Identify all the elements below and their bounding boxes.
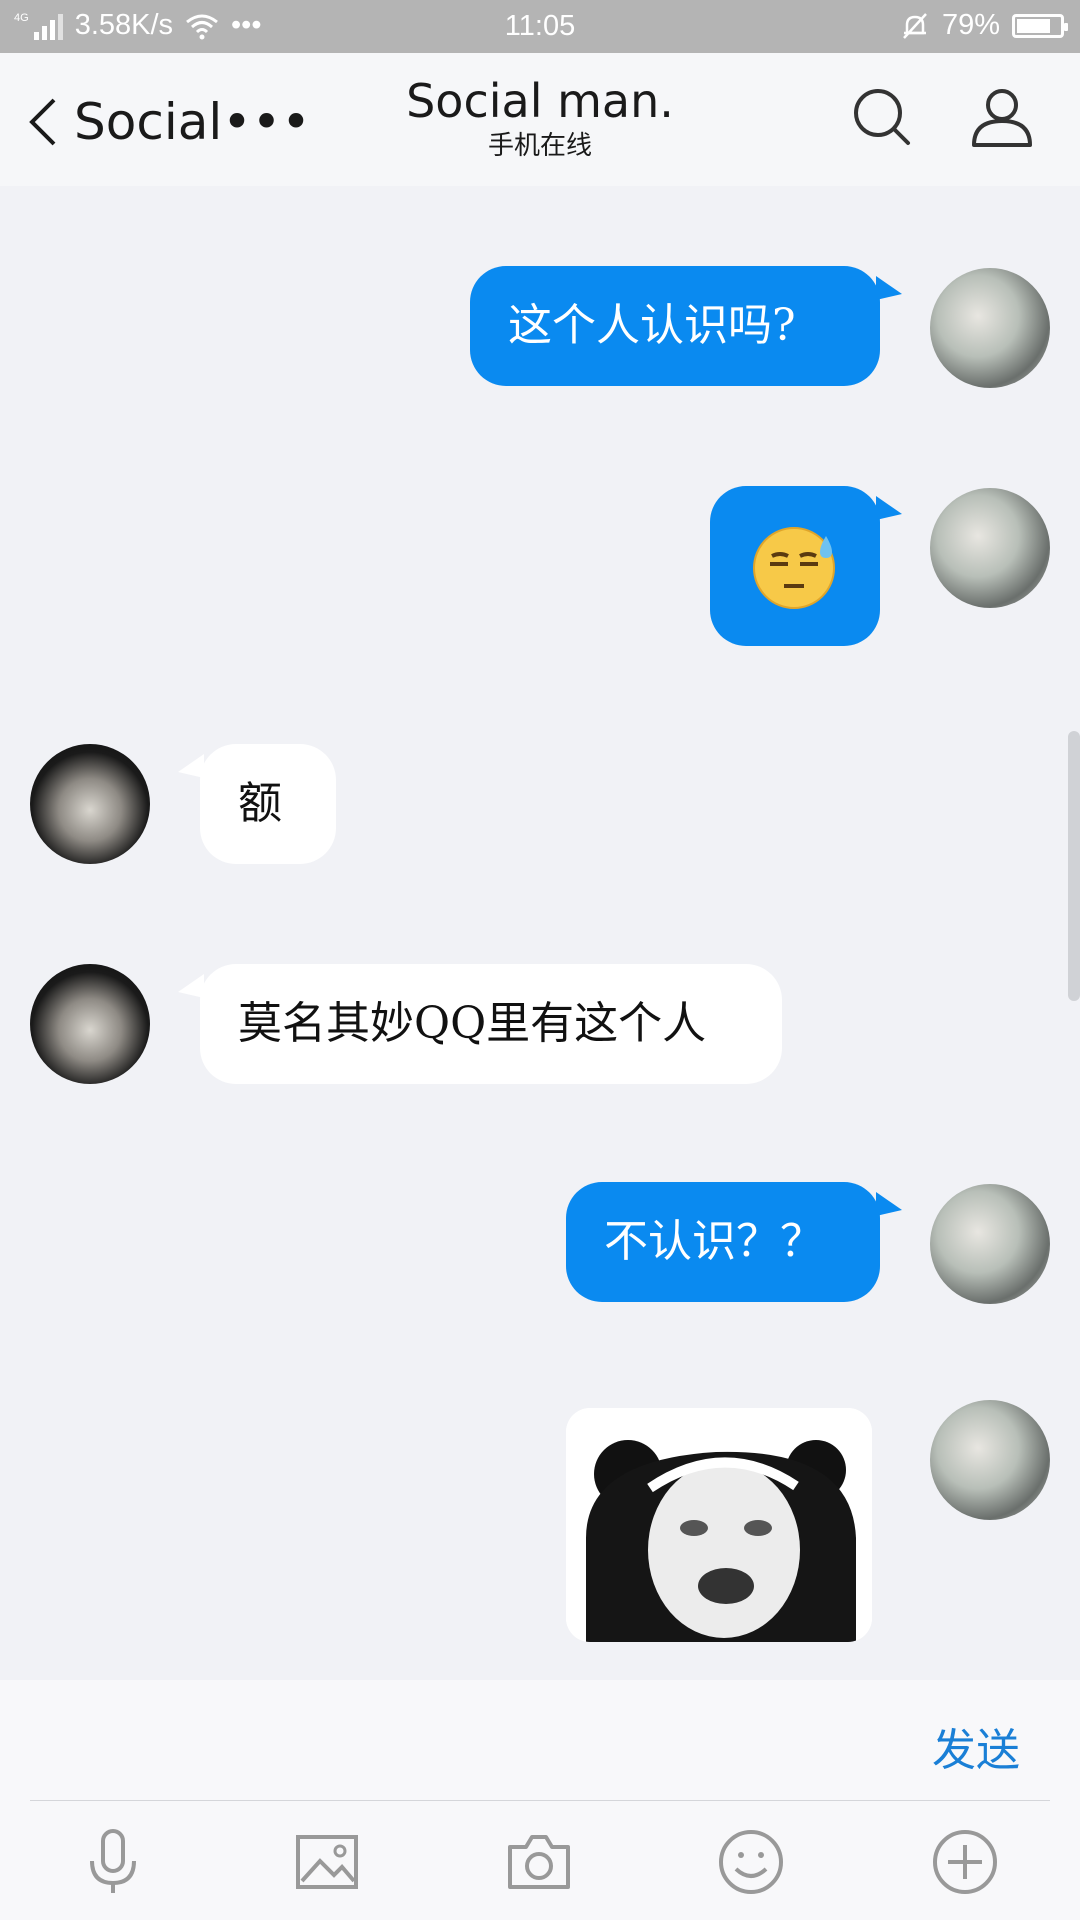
- profile-button[interactable]: [970, 85, 1034, 153]
- person-icon: [972, 89, 1032, 147]
- plus-icon: [933, 1830, 997, 1894]
- message-bubble-outgoing[interactable]: 不认识？？: [566, 1182, 880, 1302]
- back-button[interactable]: Social•••: [28, 93, 311, 151]
- more-button[interactable]: [930, 1827, 1000, 1897]
- message-bubble-outgoing-emoji[interactable]: [710, 486, 880, 646]
- my-avatar[interactable]: [930, 488, 1050, 608]
- message-list[interactable]: 这个人认识吗? 额 莫名其妙QQ里有这个人 不认识？？: [0, 186, 1080, 1680]
- voice-button[interactable]: [78, 1827, 148, 1897]
- image-icon: [296, 1835, 358, 1889]
- bubble-tail: [876, 1192, 902, 1216]
- composer-toolbar: [0, 1801, 1080, 1920]
- bubble-tail: [876, 496, 902, 520]
- back-label: Social•••: [74, 93, 311, 151]
- message-bubble-incoming[interactable]: 莫名其妙QQ里有这个人: [200, 964, 782, 1084]
- my-avatar[interactable]: [930, 1184, 1050, 1304]
- message-input[interactable]: [30, 1680, 914, 1800]
- message-bubble-incoming[interactable]: 额: [200, 744, 336, 864]
- camera-icon: [508, 1835, 570, 1889]
- chevron-left-icon: [29, 98, 56, 146]
- search-icon: [854, 89, 910, 145]
- message-bubble-outgoing[interactable]: 这个人认识吗?: [470, 266, 880, 386]
- composer: 发送: [0, 1680, 1080, 1920]
- my-avatar[interactable]: [930, 1400, 1050, 1520]
- bubble-tail: [876, 276, 902, 300]
- sweat-smile-emoji-icon: [753, 527, 835, 609]
- status-bar: 4G 3.58K/s ••• 11:05 79%: [0, 0, 1080, 53]
- scrollbar[interactable]: [1068, 731, 1080, 1001]
- battery-icon: [1012, 13, 1068, 38]
- mute-bell-icon: [903, 12, 927, 39]
- panda-meme-sticker-icon: [566, 1408, 872, 1642]
- gallery-button[interactable]: [292, 1827, 362, 1897]
- my-avatar[interactable]: [930, 268, 1050, 388]
- emoji-button[interactable]: [716, 1827, 786, 1897]
- smiley-icon: [719, 1830, 783, 1894]
- bubble-tail: [178, 754, 204, 778]
- contact-avatar[interactable]: [30, 964, 150, 1084]
- battery-percent: 79%: [941, 9, 1000, 41]
- contact-avatar[interactable]: [30, 744, 150, 864]
- sticker-message[interactable]: [566, 1408, 872, 1642]
- camera-button[interactable]: [504, 1827, 574, 1897]
- search-button[interactable]: [852, 85, 912, 153]
- send-button[interactable]: 发送: [932, 1714, 1020, 1778]
- microphone-icon: [90, 1829, 136, 1893]
- bubble-tail: [178, 974, 204, 998]
- chat-header: Social••• Social man. 手机在线: [0, 53, 1080, 186]
